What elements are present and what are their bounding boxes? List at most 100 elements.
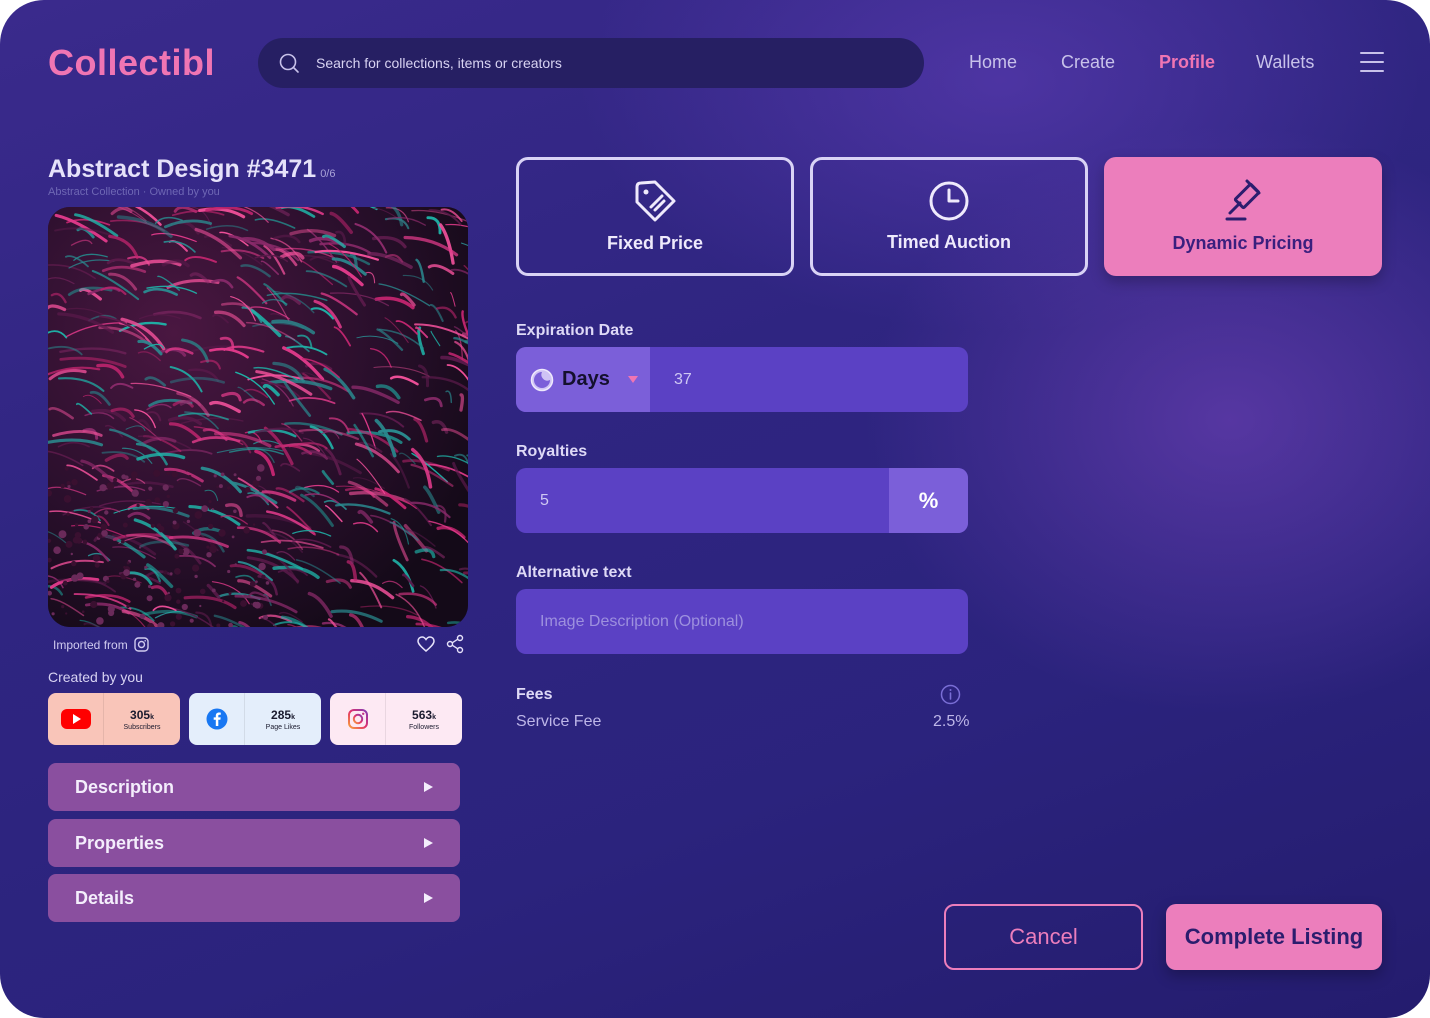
art-dot	[99, 484, 107, 492]
art-dot	[194, 511, 203, 519]
art-dot	[252, 523, 256, 526]
art-dot	[144, 565, 148, 569]
art-dot	[167, 591, 170, 595]
art-dot	[130, 476, 137, 483]
art-dot	[126, 561, 130, 565]
art-dot	[240, 600, 247, 607]
art-dot	[134, 581, 141, 588]
art-dot	[154, 497, 161, 503]
art-dot	[213, 474, 217, 478]
expand-arrow-icon	[424, 893, 433, 903]
nav-create[interactable]: Create	[1061, 52, 1115, 73]
search-bar[interactable]	[258, 38, 924, 88]
social-count: 285k	[271, 707, 295, 722]
info-icon[interactable]	[940, 684, 961, 705]
art-dot	[227, 486, 231, 490]
cancel-button[interactable]: Cancel	[944, 904, 1143, 970]
art-dot	[175, 613, 182, 620]
artwork-image	[48, 207, 468, 627]
art-dot	[201, 505, 209, 512]
art-dot	[175, 587, 182, 594]
social-card-instagram[interactable]: 563k Followers	[330, 693, 462, 745]
menu-icon[interactable]	[1360, 52, 1384, 74]
percent-unit: %	[889, 468, 968, 533]
expand-arrow-icon	[424, 782, 433, 792]
art-dot	[67, 484, 71, 489]
instagram-icon	[330, 693, 386, 745]
art-dot	[74, 523, 79, 527]
art-dot	[91, 515, 99, 524]
alt-text-input[interactable]: Image Description (Optional)	[516, 589, 968, 654]
art-dot	[254, 601, 261, 609]
art-dot	[61, 605, 65, 609]
art-dot	[64, 466, 69, 471]
nav-wallets[interactable]: Wallets	[1256, 52, 1314, 73]
art-dot	[150, 523, 155, 528]
art-dot	[123, 565, 126, 569]
logo[interactable]: Collectibl	[48, 42, 215, 84]
art-dot	[71, 560, 77, 567]
art-dot	[81, 610, 85, 613]
service-fee-label: Service Fee	[516, 713, 602, 730]
art-dot	[106, 579, 110, 584]
art-dot	[71, 479, 78, 486]
art-dot	[148, 584, 152, 589]
gavel-icon	[1225, 179, 1261, 221]
app-frame: Collectibl Home Create Profile Wallets A…	[0, 0, 1430, 1018]
expand-arrow-icon	[424, 838, 433, 848]
art-dot	[243, 527, 250, 534]
art-dot	[257, 464, 265, 472]
price-tag-icon	[635, 180, 676, 222]
art-dot	[65, 612, 68, 615]
item-subtitle: Abstract Collection · Owned by you	[48, 186, 220, 198]
art-dot	[262, 549, 267, 555]
art-dot	[138, 546, 142, 549]
accordion-description[interactable]: Description	[48, 763, 460, 811]
art-dot	[164, 594, 172, 602]
art-dot	[233, 509, 237, 514]
expiration-unit-select[interactable]: Days	[516, 347, 650, 412]
social-card-facebook[interactable]: 285k Page Likes	[189, 693, 321, 745]
option-timed-auction[interactable]: Timed Auction	[810, 157, 1088, 276]
option-dynamic-pricing[interactable]: Dynamic Pricing	[1104, 157, 1382, 276]
expiration-input[interactable]: 37	[650, 347, 968, 412]
accordion-details[interactable]: Details	[48, 874, 460, 922]
art-dot	[87, 519, 92, 523]
art-dot	[258, 562, 266, 571]
art-dot	[87, 509, 91, 514]
art-dot	[131, 471, 138, 478]
art-dot	[245, 486, 251, 493]
option-fixed-price[interactable]: Fixed Price	[516, 157, 794, 276]
art-dot	[169, 572, 173, 575]
complete-listing-button[interactable]: Complete Listing	[1166, 904, 1382, 970]
share-icon[interactable]	[445, 634, 465, 654]
art-dot	[188, 475, 192, 479]
social-label: Subscribers	[123, 723, 161, 731]
royalties-input[interactable]: 5	[516, 468, 889, 533]
art-dot	[263, 614, 269, 620]
art-dot	[193, 529, 201, 537]
social-card-youtube[interactable]: 305k Subscribers	[48, 693, 180, 745]
royalties-field: 5 %	[516, 468, 968, 533]
social-label: Page Likes	[265, 723, 301, 731]
art-dot	[132, 577, 137, 581]
art-dot	[123, 569, 130, 576]
item-title-text: Abstract Design #3471	[48, 155, 317, 183]
art-dot	[181, 603, 188, 611]
art-dot	[96, 617, 104, 625]
search-input[interactable]	[316, 55, 876, 71]
art-dot	[255, 580, 258, 584]
heart-icon[interactable]	[416, 634, 436, 654]
youtube-icon	[48, 693, 104, 745]
art-dot	[121, 474, 127, 480]
art-dot	[106, 482, 115, 490]
art-dot	[211, 508, 214, 511]
art-dot	[220, 472, 225, 477]
art-dot	[234, 563, 237, 566]
art-dot	[104, 510, 109, 515]
accordion-properties[interactable]: Properties	[48, 819, 460, 867]
art-dot	[166, 471, 171, 475]
nav-profile[interactable]: Profile	[1159, 52, 1215, 73]
art-dot	[171, 470, 179, 478]
nav-home[interactable]: Home	[969, 52, 1017, 73]
